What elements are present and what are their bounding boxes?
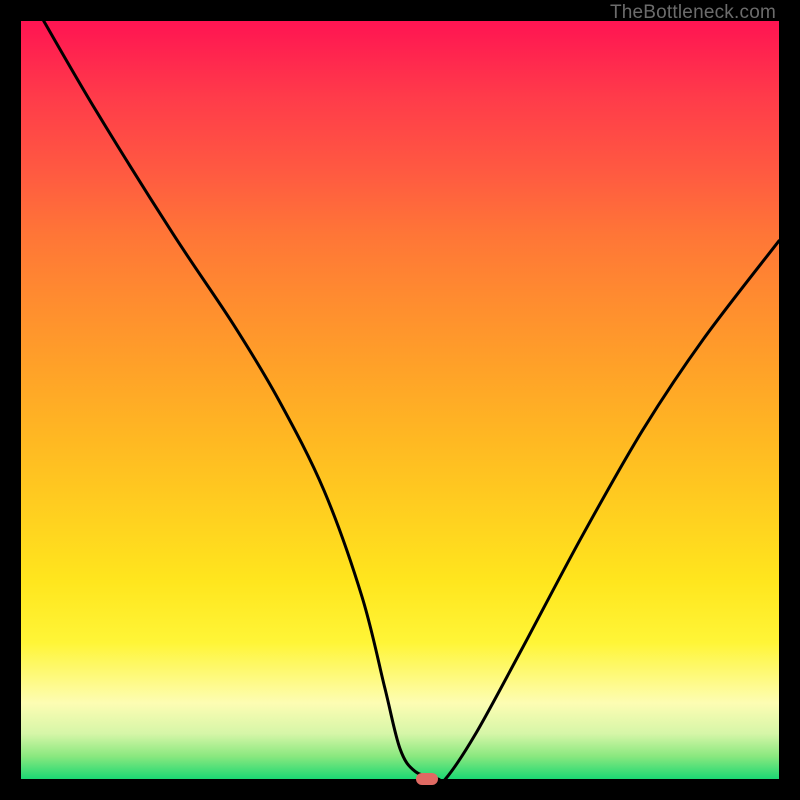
chart-frame: TheBottleneck.com	[0, 0, 800, 800]
optimal-point-marker	[416, 773, 438, 785]
plot-area	[21, 21, 779, 779]
bottleneck-curve	[21, 21, 779, 779]
